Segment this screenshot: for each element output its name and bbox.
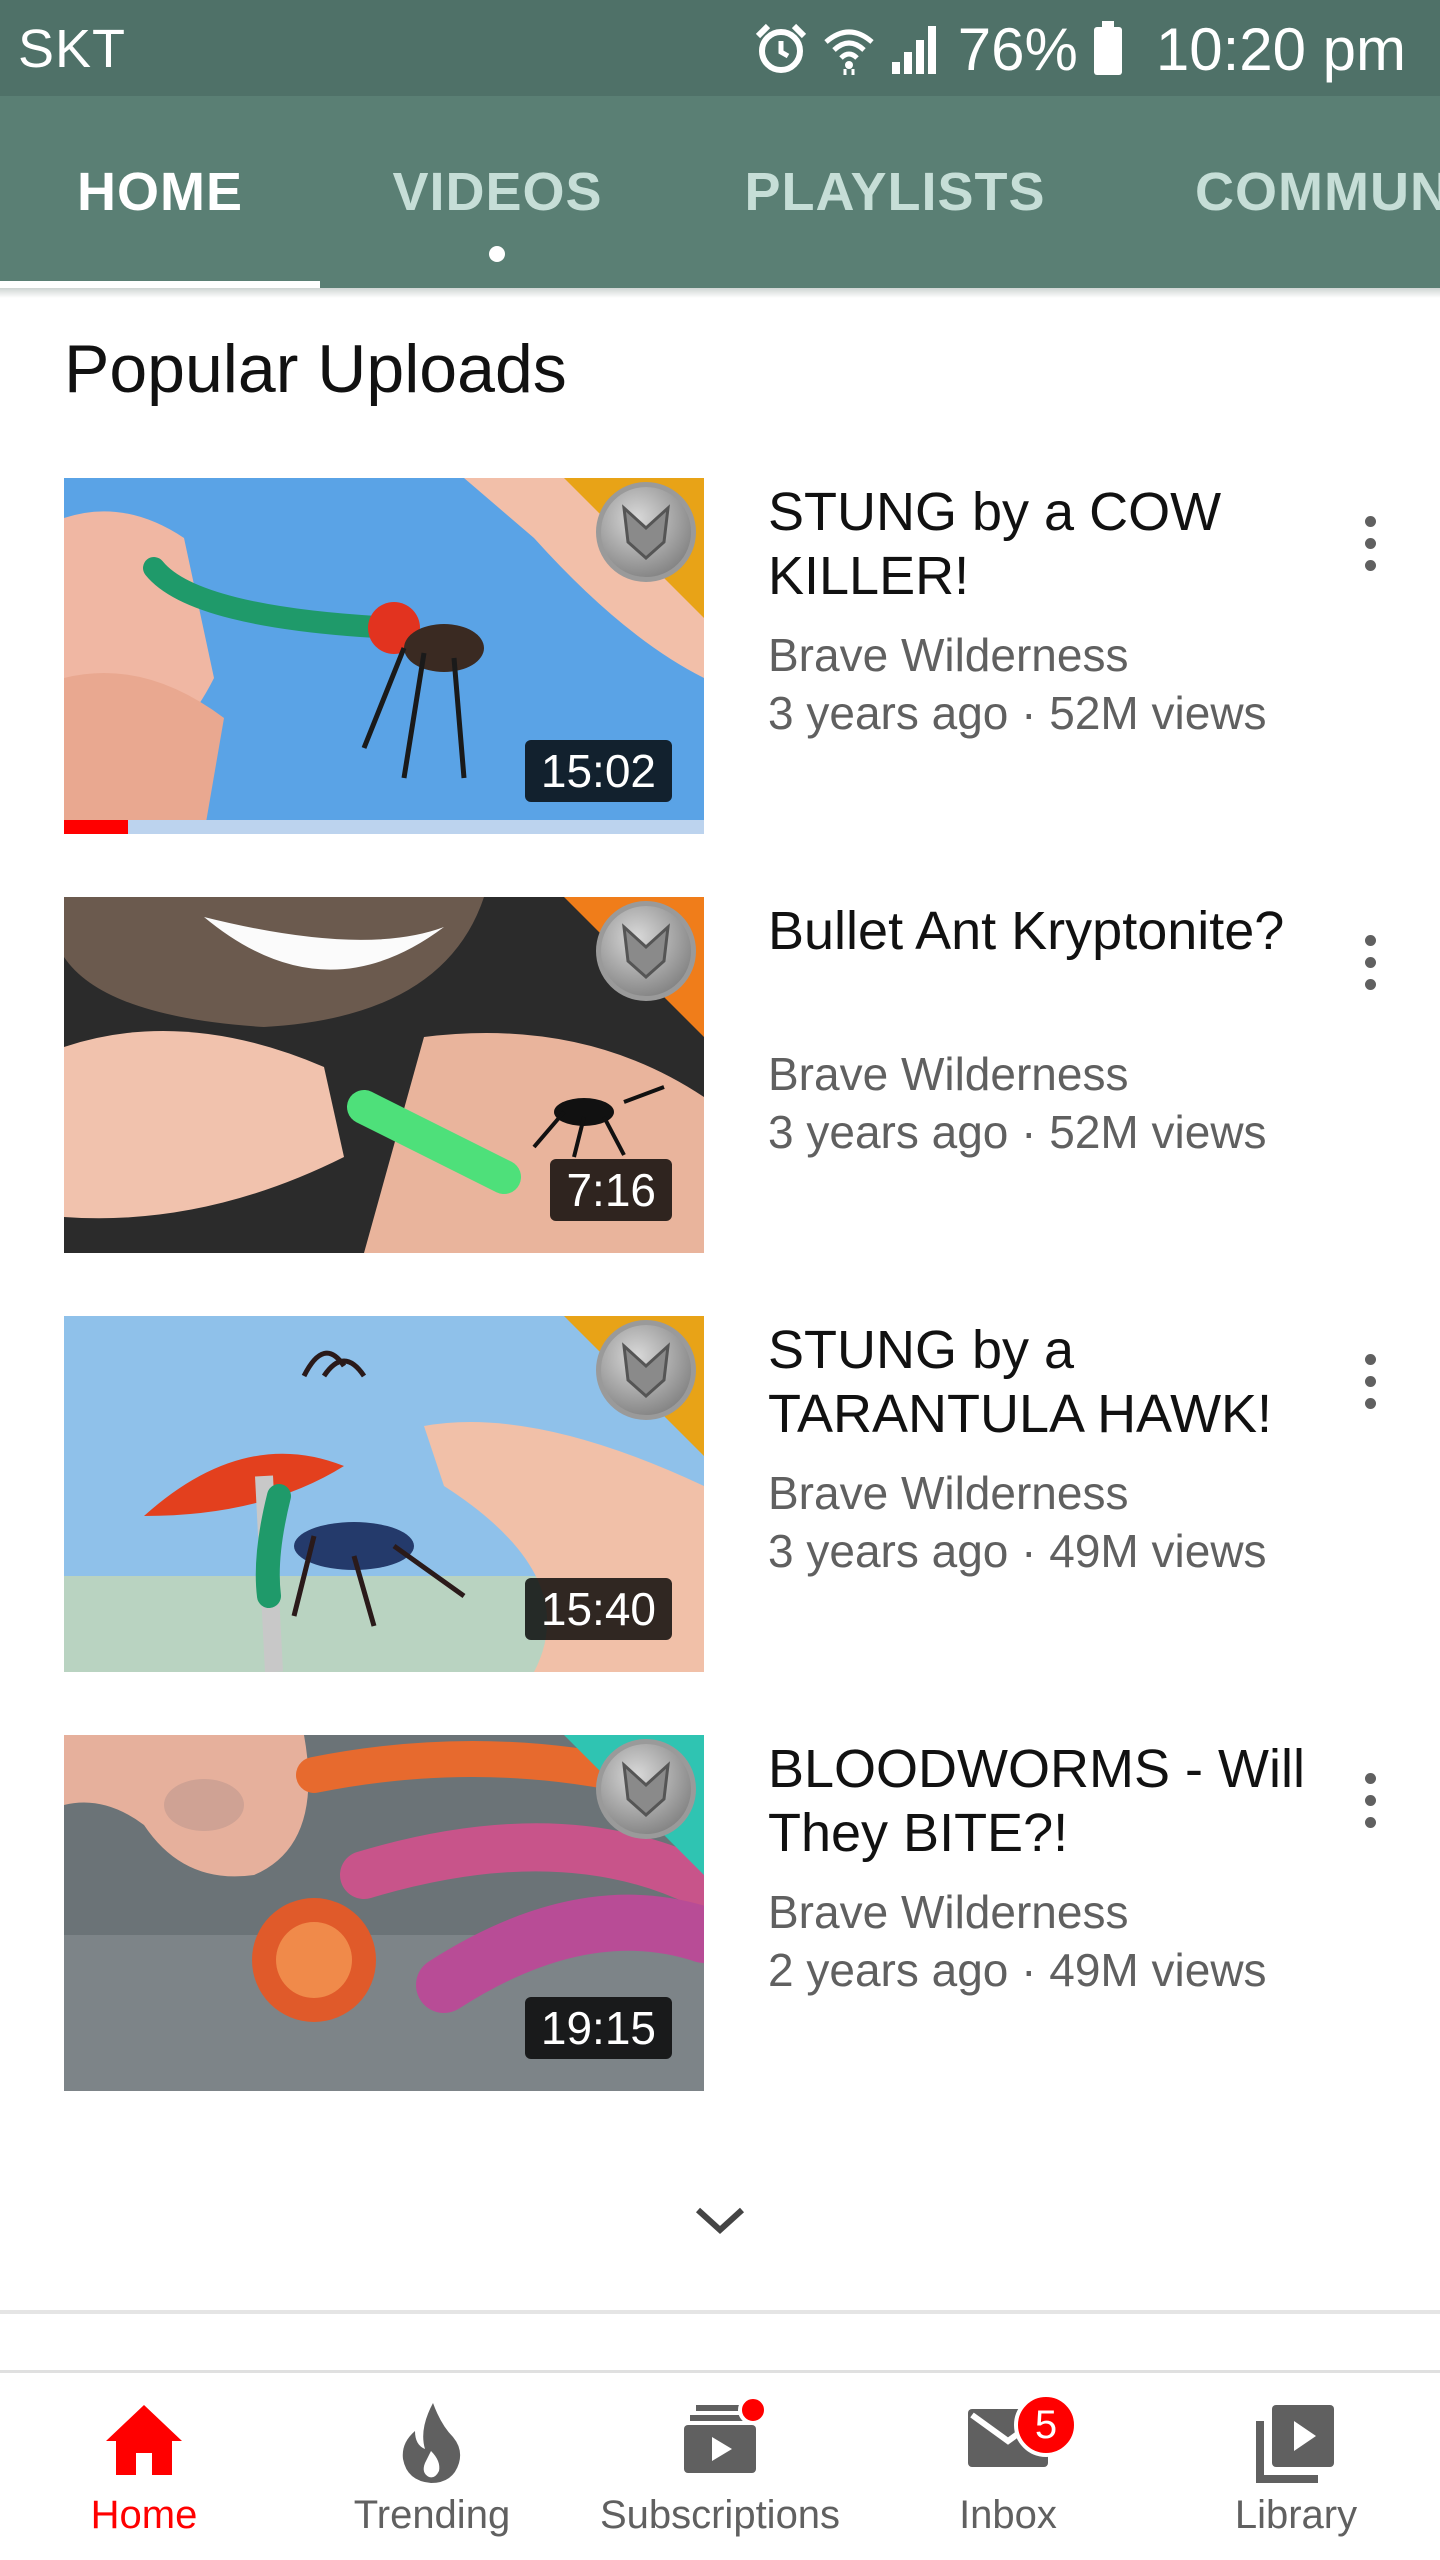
- nav-inbox-label: Inbox: [959, 2493, 1057, 2537]
- nav-subscriptions-label: Subscriptions: [599, 2493, 841, 2537]
- more-options-icon[interactable]: [1340, 1755, 1400, 1845]
- nav-trending-label: Trending: [353, 2493, 511, 2537]
- video-item[interactable]: 7:16 Bullet Ant Kryptonite? Brave Wilder…: [0, 897, 1440, 1253]
- more-options-icon[interactable]: [1340, 498, 1400, 588]
- video-meta: 3 years ago · 49M views: [768, 1525, 1267, 1577]
- video-thumbnail[interactable]: 19:15: [64, 1735, 704, 2091]
- section-title: Popular Uploads: [64, 331, 567, 407]
- video-duration: 19:15: [524, 1997, 672, 2059]
- more-options-icon[interactable]: [1340, 917, 1400, 1007]
- video-meta: 2 years ago · 49M views: [768, 1944, 1267, 1996]
- video-item[interactable]: 15:40 STUNG by a TARANTULA HAWK! Brave W…: [0, 1316, 1440, 1672]
- new-subscriptions-badge: [738, 2395, 768, 2425]
- video-thumbnail[interactable]: 15:02: [64, 478, 704, 834]
- channel-logo-icon: [596, 1320, 696, 1420]
- bottom-navigation: Home Trending Subscriptions 5 Inbox Libr…: [0, 2370, 1440, 2560]
- channel-logo-icon: [596, 901, 696, 1001]
- video-item[interactable]: 15:02 STUNG by a COW KILLER! Brave Wilde…: [0, 478, 1440, 834]
- nav-library-label: Library: [1234, 2493, 1358, 2537]
- battery-icon: [1093, 21, 1122, 75]
- nav-inbox[interactable]: 5 Inbox: [864, 2373, 1152, 2560]
- nav-subscriptions[interactable]: Subscriptions: [576, 2373, 864, 2560]
- channel-logo-icon: [596, 482, 696, 582]
- video-channel: Brave Wilderness: [768, 1886, 1129, 1938]
- tab-bar-shadow: [0, 288, 1440, 298]
- tab-community[interactable]: COMMUN: [1115, 96, 1440, 288]
- signal-icon: [891, 26, 936, 74]
- channel-logo-icon: [596, 1739, 696, 1839]
- video-item[interactable]: 19:15 BLOODWORMS - Will They BITE?! Brav…: [0, 1735, 1440, 2091]
- video-meta: 3 years ago · 52M views: [768, 1106, 1267, 1158]
- video-channel: Brave Wilderness: [768, 629, 1129, 681]
- channel-tab-bar: HOME VIDEOS PLAYLISTS COMMUN: [0, 96, 1440, 288]
- nav-trending[interactable]: Trending: [288, 2373, 576, 2560]
- video-title[interactable]: Bullet Ant Kryptonite?: [768, 899, 1308, 963]
- nav-home[interactable]: Home: [0, 2373, 288, 2560]
- video-meta: 3 years ago · 52M views: [768, 687, 1267, 739]
- inbox-count-badge: 5: [1014, 2393, 1078, 2457]
- nav-home-label: Home: [90, 2493, 198, 2537]
- library-icon: [1256, 2405, 1334, 2483]
- video-title[interactable]: BLOODWORMS - Will They BITE?!: [768, 1737, 1308, 1865]
- video-duration: 7:16: [550, 1159, 672, 1221]
- status-icons: 76% 10:20 pm: [754, 14, 1406, 84]
- expand-chevron-down-icon[interactable]: [680, 2180, 760, 2260]
- watch-progress-fill: [64, 820, 128, 834]
- tab-home[interactable]: HOME: [0, 96, 320, 288]
- status-bar: SKT 76% 10:20 pm: [0, 0, 1440, 96]
- wifi-icon: [824, 29, 874, 75]
- video-channel: Brave Wilderness: [768, 1048, 1129, 1100]
- more-options-icon[interactable]: [1340, 1336, 1400, 1426]
- video-title[interactable]: STUNG by a TARANTULA HAWK!: [768, 1318, 1308, 1446]
- video-duration: 15:02: [524, 740, 672, 802]
- video-channel: Brave Wilderness: [768, 1467, 1129, 1519]
- new-content-dot: [489, 246, 505, 262]
- home-icon: [106, 2405, 182, 2475]
- video-thumbnail[interactable]: 7:16: [64, 897, 704, 1253]
- video-duration: 15:40: [524, 1578, 672, 1640]
- video-thumbnail[interactable]: 15:40: [64, 1316, 704, 1672]
- video-title[interactable]: STUNG by a COW KILLER!: [768, 480, 1308, 608]
- tab-playlists[interactable]: PLAYLISTS: [675, 96, 1115, 288]
- battery-percent: 76%: [957, 15, 1078, 83]
- flame-icon: [402, 2403, 461, 2483]
- carrier-name: SKT: [18, 19, 127, 79]
- nav-library[interactable]: Library: [1152, 2373, 1440, 2560]
- watch-progress-bar: [64, 820, 704, 834]
- clock: 10:20 pm: [1155, 15, 1406, 83]
- active-tab-indicator: [0, 281, 320, 288]
- alarm-icon: [755, 23, 806, 73]
- section-divider: [0, 2310, 1440, 2314]
